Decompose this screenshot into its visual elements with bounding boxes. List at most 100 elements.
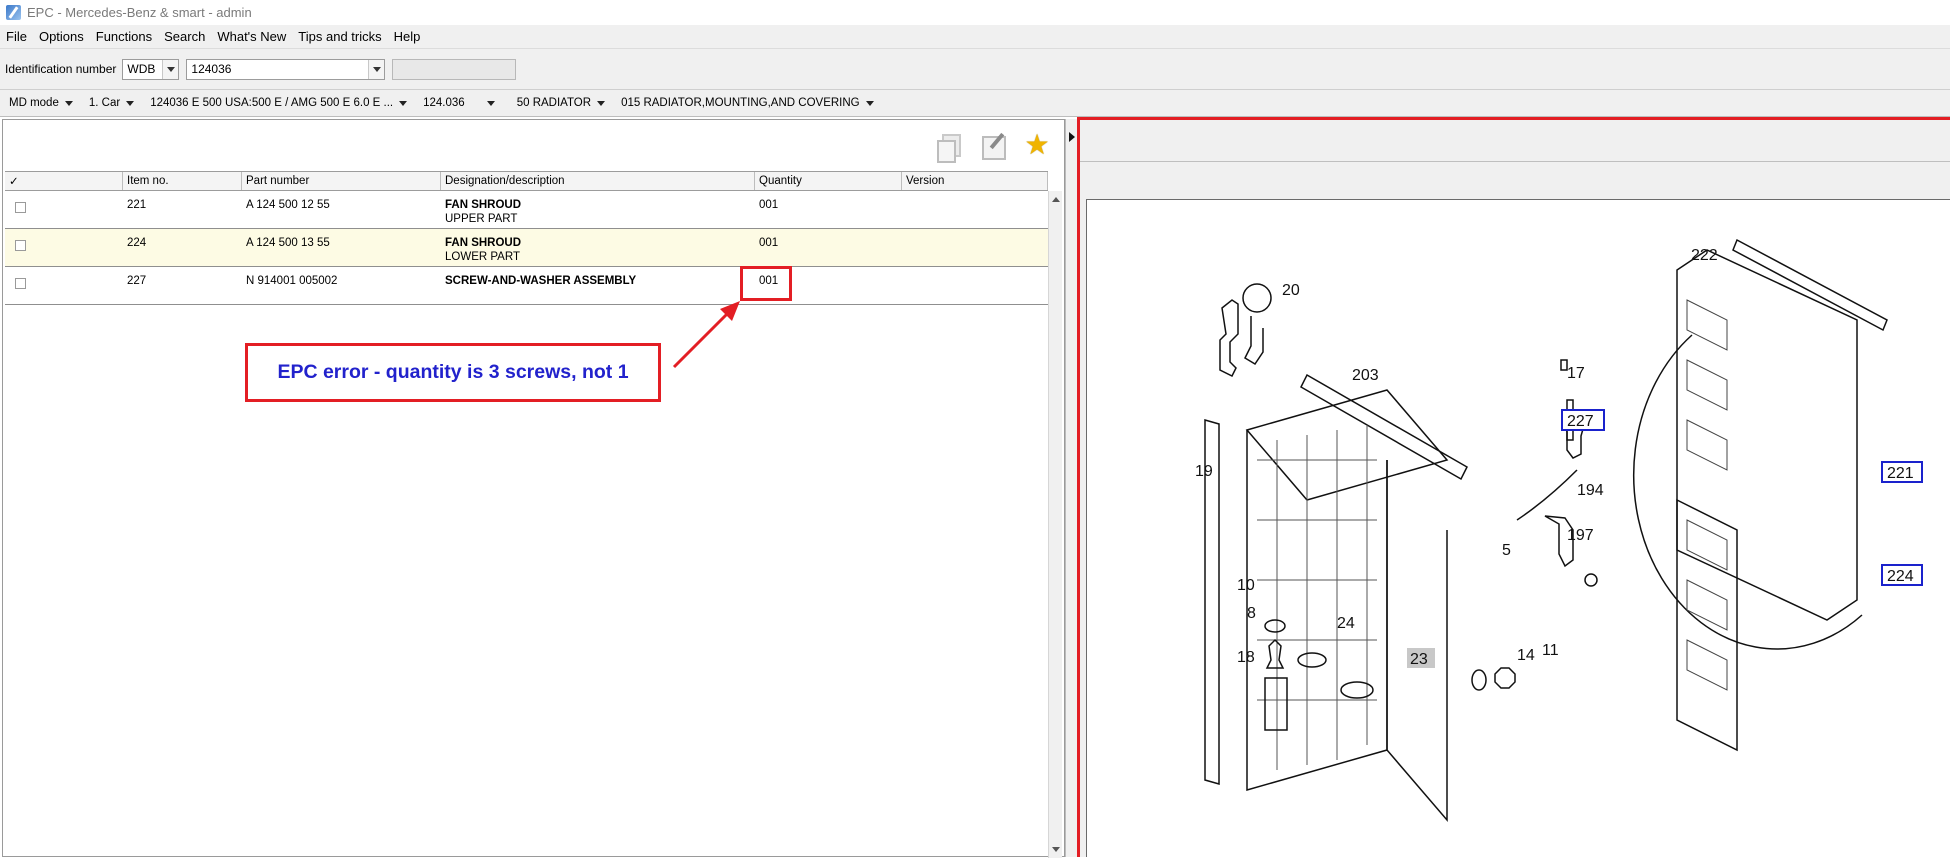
bracket-part	[1219, 299, 1239, 378]
quantity: 001	[759, 199, 779, 211]
caret-down-icon	[865, 100, 874, 106]
menu-options[interactable]: Options	[39, 29, 84, 44]
label-23: 23	[1410, 651, 1428, 668]
crumb-vehicle-class[interactable]: 1. Car	[89, 97, 135, 109]
radiator-diagram-svg: 20 222 203 17 227 19 221 194 197 5 224 1…	[1195, 238, 1923, 823]
version	[902, 191, 1048, 228]
crumb-label: 50 RADIATOR	[516, 97, 592, 109]
label-8: 8	[1247, 605, 1256, 622]
description: FAN SHROUD LOWER PART	[441, 229, 755, 266]
scroll-up-icon[interactable]	[1052, 197, 1060, 202]
readonly-field	[392, 58, 517, 80]
menu-file[interactable]: File	[6, 29, 27, 44]
caret-down-icon	[64, 100, 73, 106]
grommet-8	[1265, 638, 1285, 669]
menu-tips-and-tricks[interactable]: Tips and tricks	[298, 29, 381, 44]
nut-11	[1494, 667, 1516, 689]
crumb-chassis[interactable]: 124.036	[423, 97, 495, 109]
row-checkbox[interactable]	[15, 240, 26, 251]
caret-down-icon	[399, 100, 408, 106]
fan-shroud-ring	[1633, 334, 1863, 650]
menu-functions[interactable]: Functions	[96, 29, 152, 44]
clip-part	[1244, 316, 1264, 366]
label-197: 197	[1567, 527, 1594, 544]
label-10: 10	[1237, 577, 1255, 594]
crumb-label: 124036 E 500 USA:500 E / AMG 500 E 6.0 E…	[150, 97, 394, 109]
pane-splitter[interactable]	[1065, 119, 1077, 857]
copy-icon[interactable]	[934, 130, 964, 163]
menu-whats-new[interactable]: What's New	[217, 29, 286, 44]
crumb-label: 124.036	[423, 97, 465, 109]
parts-table: ✓ Item no. Part number Designation/descr…	[5, 171, 1048, 305]
table-row[interactable]: 224 A 124 500 13 55 FAN SHROUD LOWER PAR…	[5, 229, 1048, 267]
crumb-subgroup[interactable]: 015 RADIATOR,MOUNTING,AND COVERING	[621, 97, 874, 109]
mount-24	[1297, 652, 1327, 668]
description-main: FAN SHROUD	[445, 237, 522, 249]
prefix-value: WDB	[127, 62, 156, 76]
label-18: 18	[1237, 649, 1255, 666]
part-number: A 124 500 12 55	[246, 199, 330, 211]
screw-197	[1584, 573, 1598, 587]
row-checkbox[interactable]	[15, 278, 26, 289]
header-quantity[interactable]: Quantity	[755, 172, 902, 190]
part-number: A 124 500 13 55	[246, 237, 330, 249]
notes-icon[interactable]	[978, 130, 1008, 160]
caret-down-icon	[597, 100, 606, 106]
menu-help[interactable]: Help	[394, 29, 421, 44]
version	[902, 267, 1048, 304]
drawing-toolbar	[1080, 120, 1950, 162]
part-number: N 914001 005002	[246, 275, 338, 287]
crumb-label: 015 RADIATOR,MOUNTING,AND COVERING	[621, 97, 860, 109]
label-20: 20	[1282, 282, 1300, 299]
header-part-number[interactable]: Part number	[242, 172, 441, 190]
header-check[interactable]: ✓	[5, 172, 123, 190]
identification-bar: Identification number WDB 124036	[0, 49, 1950, 90]
title-bar: EPC - Mercedes-Benz & smart - admin	[0, 0, 1950, 25]
row-checkbox[interactable]	[15, 202, 26, 213]
identification-label: Identification number	[5, 62, 117, 76]
header-version[interactable]: Version	[902, 172, 1048, 190]
parts-list-pane: ★ ✓ Item no. Part number Designation/des…	[2, 119, 1065, 858]
crumb-mode[interactable]: MD mode	[9, 97, 73, 109]
prefix-select[interactable]: WDB	[122, 58, 180, 80]
description: FAN SHROUD UPPER PART	[441, 191, 755, 228]
drawing-pane: 20 222 203 17 227 19 221 194 197 5 224 1…	[1077, 117, 1950, 857]
crumb-model[interactable]: 124036 E 500 USA:500 E / AMG 500 E 6.0 E…	[150, 97, 408, 109]
header-item-no[interactable]: Item no.	[123, 172, 242, 190]
quantity: 001	[759, 237, 779, 249]
radiator-core	[1246, 430, 1388, 791]
table-row[interactable]: 221 A 124 500 12 55 FAN SHROUD UPPER PAR…	[5, 191, 1048, 229]
item-number: 221	[127, 199, 147, 211]
collapse-arrow-icon[interactable]	[1069, 132, 1075, 142]
version	[902, 229, 1048, 266]
description-main: FAN SHROUD	[445, 199, 522, 211]
identification-number-input[interactable]: 124036	[186, 58, 386, 80]
crumb-label: MD mode	[9, 97, 59, 109]
window-title: EPC - Mercedes-Benz & smart - admin	[27, 5, 252, 20]
sleeve-18	[1264, 677, 1288, 731]
chevron-down-icon[interactable]	[368, 59, 385, 79]
breadcrumb: MD mode 1. Car 124036 E 500 USA:500 E / …	[0, 90, 1950, 117]
header-description[interactable]: Designation/description	[441, 172, 755, 190]
crumb-group[interactable]: 50 RADIATOR	[516, 97, 606, 109]
shroud-top-bar	[1732, 238, 1888, 332]
vertical-scrollbar[interactable]	[1048, 191, 1062, 858]
label-227: 227	[1567, 413, 1594, 430]
menu-search[interactable]: Search	[164, 29, 205, 44]
parts-toolbar: ★	[934, 130, 1052, 163]
radiator-side	[1386, 460, 1448, 823]
chevron-down-icon[interactable]	[162, 59, 179, 79]
fan-shroud-upper	[1676, 249, 1858, 621]
label-5: 5	[1502, 542, 1511, 559]
exploded-diagram[interactable]: 20 222 203 17 227 19 221 194 197 5 224 1…	[1086, 199, 1950, 857]
label-19: 19	[1195, 463, 1213, 480]
star-icon[interactable]: ★	[1022, 130, 1052, 160]
annotation-arrow	[672, 301, 740, 369]
scroll-down-icon[interactable]	[1052, 847, 1060, 852]
nut-14	[1471, 669, 1487, 691]
label-17: 17	[1567, 365, 1585, 382]
mount-23	[1340, 681, 1374, 699]
label-221: 221	[1887, 465, 1914, 482]
table-row[interactable]: 227 N 914001 005002 SCREW-AND-WASHER ASS…	[5, 267, 1048, 305]
description-main: SCREW-AND-WASHER ASSEMBLY	[445, 275, 637, 287]
